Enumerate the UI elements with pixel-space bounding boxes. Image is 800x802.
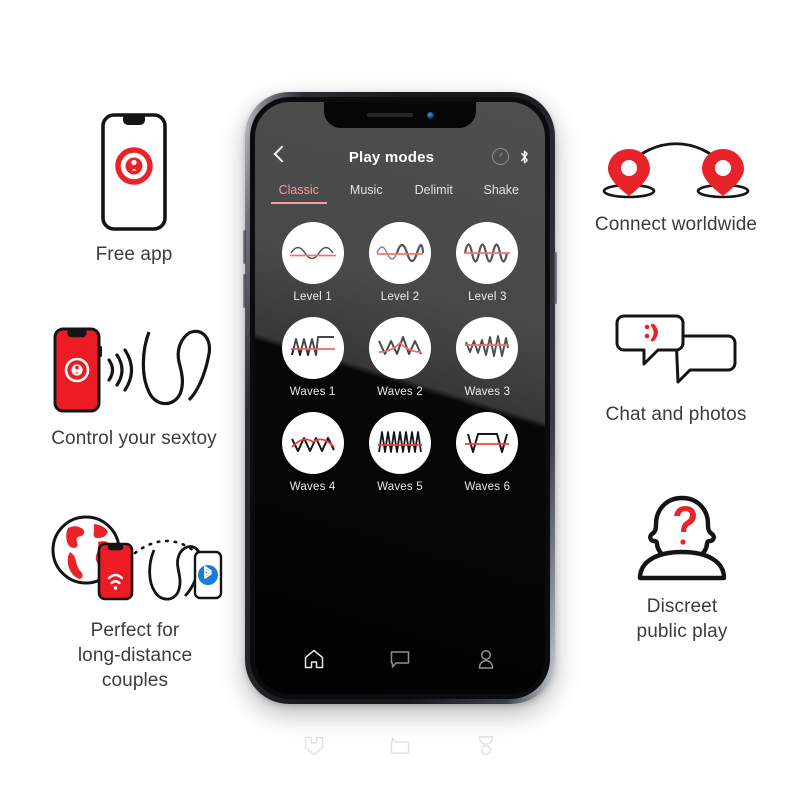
- phone-notch: [324, 102, 476, 128]
- mode-item[interactable]: Waves 2: [356, 317, 443, 398]
- tab-delimit[interactable]: Delimit: [400, 183, 468, 204]
- mode-label: Waves 3: [464, 386, 511, 398]
- feature-control-your-sextoy: Control your sextoy: [16, 324, 252, 451]
- volume-down-button[interactable]: [243, 274, 246, 308]
- mode-label: Waves 5: [377, 481, 423, 493]
- mode-item[interactable]: Level 2: [356, 222, 443, 303]
- feature-label: Control your sextoy: [51, 428, 217, 449]
- tab-shake[interactable]: Shake: [468, 183, 536, 204]
- power-button[interactable]: [554, 252, 557, 304]
- low-sine-wave-icon[interactable]: [281, 222, 344, 284]
- reflected-person-icon: [474, 734, 498, 758]
- anonymous-person-question-icon: [622, 492, 742, 584]
- speaker-grille: [366, 113, 413, 117]
- feature-connect-worldwide: Connect worldwide: [568, 140, 784, 237]
- peak-triangle-wave-icon[interactable]: [368, 317, 431, 379]
- bluetooth-icon[interactable]: [518, 149, 531, 165]
- person-icon[interactable]: [473, 646, 499, 672]
- phone-screen: Play modes Classic Music Delimit Shake L…: [255, 102, 545, 694]
- phone-signal-toy-icon: [49, 324, 219, 416]
- mode-label: Waves 2: [377, 386, 423, 398]
- front-camera-icon: [426, 111, 434, 119]
- timer-icon[interactable]: [492, 148, 509, 165]
- page-title: Play modes: [348, 149, 435, 166]
- reflection-nav-icons: [245, 716, 555, 776]
- tab-music[interactable]: Music: [333, 183, 401, 204]
- home-icon[interactable]: [301, 646, 327, 672]
- feature-discreet-public-play: Discreet public play: [594, 492, 770, 644]
- mode-item[interactable]: Waves 5: [356, 412, 443, 493]
- reflected-chat-icon: [388, 734, 412, 758]
- tab-classic[interactable]: Classic: [265, 183, 333, 204]
- mode-item[interactable]: Level 1: [269, 222, 356, 303]
- feature-label: Chat and photos: [605, 404, 747, 425]
- play-modes-app: Play modes Classic Music Delimit Shake L…: [255, 102, 545, 694]
- mode-label: Level 2: [380, 291, 420, 303]
- back-button-icon[interactable]: [269, 143, 291, 165]
- mode-label: Waves 4: [289, 481, 336, 493]
- reflected-home-icon: [302, 734, 326, 758]
- mode-label: Level 3: [468, 291, 507, 303]
- feature-label: Perfect for long-distance couples: [77, 620, 193, 691]
- feature-long-distance-couples: Perfect for long-distance couples: [22, 510, 248, 693]
- zigzag-plateau-wave-icon[interactable]: [281, 317, 344, 379]
- phone-reflection: [245, 706, 555, 802]
- phone-mockup: Play modes Classic Music Delimit Shake L…: [243, 92, 557, 704]
- high-sine-wave-icon[interactable]: [456, 222, 519, 284]
- feature-chat-and-photos: Chat and photos: [586, 312, 766, 427]
- mode-category-tabs: Classic Music Delimit Shake: [255, 183, 545, 204]
- phone-with-app-logo-icon: [99, 112, 169, 232]
- bottom-navigation-bar: [255, 632, 545, 694]
- chat-bubble-icon[interactable]: [387, 646, 413, 672]
- header-status-icons: [492, 148, 531, 165]
- feature-label: Discreet public play: [636, 596, 728, 642]
- trapezoid-square-wave-icon[interactable]: [456, 412, 519, 474]
- feature-free-app: Free app: [36, 112, 232, 267]
- mode-item[interactable]: Waves 3: [444, 317, 531, 398]
- mode-label: Waves 6: [464, 481, 511, 493]
- mode-item[interactable]: Waves 1: [269, 317, 356, 398]
- mode-label: Level 1: [293, 291, 332, 303]
- two-map-pins-arc-icon: [591, 140, 761, 202]
- feature-label: Connect worldwide: [594, 214, 758, 235]
- mode-item[interactable]: Waves 6: [444, 412, 531, 493]
- dip-triangle-wave-icon[interactable]: [281, 412, 344, 474]
- rising-zigzag-wave-icon[interactable]: [456, 317, 519, 379]
- volume-up-button[interactable]: [243, 230, 246, 264]
- globe-phone-toy-bluetooth-icon: [42, 510, 228, 608]
- mode-label: Waves 1: [289, 386, 336, 398]
- mode-grid: Level 1 Level 2 Level 3 Waves 1 Waves 2 …: [255, 204, 545, 632]
- speech-bubbles-smiley-icon: [612, 312, 740, 392]
- medium-sine-wave-icon[interactable]: [368, 222, 431, 284]
- feature-label: Free app: [95, 244, 173, 265]
- mode-item[interactable]: Waves 4: [269, 412, 356, 493]
- dense-triangle-wave-icon[interactable]: [368, 412, 431, 474]
- mode-item[interactable]: Level 3: [444, 222, 531, 303]
